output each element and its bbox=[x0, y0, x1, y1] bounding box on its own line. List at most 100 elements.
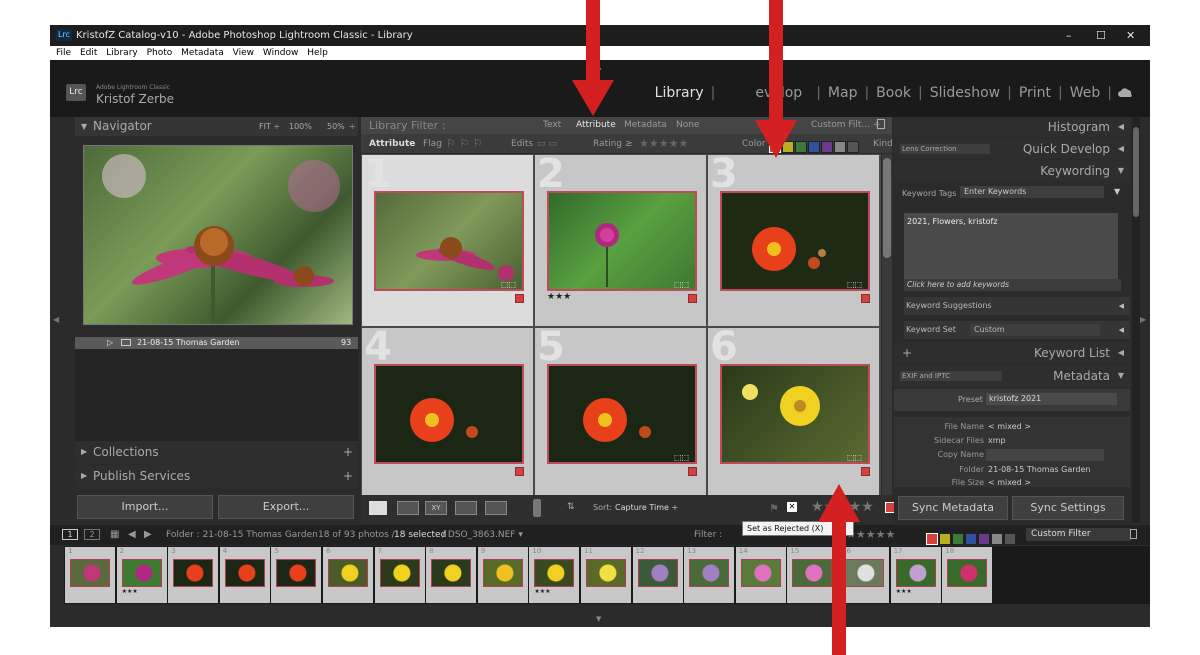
field-value[interactable]: xmp bbox=[988, 436, 1006, 445]
grid-cell[interactable]: 6 ⬚⬚ bbox=[708, 324, 879, 499]
scrollbar-thumb[interactable] bbox=[883, 158, 891, 258]
lock-icon[interactable] bbox=[877, 119, 885, 129]
custom-filter-select[interactable]: Custom Filter bbox=[1026, 528, 1131, 541]
filmstrip-cell[interactable]: 3 bbox=[168, 547, 219, 603]
menu-photo[interactable]: Photo bbox=[147, 48, 173, 58]
menu-metadata[interactable]: Metadata bbox=[181, 48, 224, 58]
preset-select[interactable]: kristofz 2021 bbox=[986, 393, 1117, 405]
filmstrip-thumbnail[interactable] bbox=[70, 559, 110, 587]
keyword-tags-menu-icon[interactable]: ▼ bbox=[1114, 187, 1120, 196]
grid-cell[interactable]: 2 ⬚⬚ ★★★ bbox=[535, 151, 706, 326]
sort-direction-icon[interactable]: ⇅ bbox=[567, 502, 575, 512]
add-keywords-field[interactable]: Click here to add keywords bbox=[904, 279, 1121, 291]
right-panel-toggle-icon[interactable]: ▶ bbox=[1140, 315, 1146, 324]
menu-view[interactable]: View bbox=[233, 48, 254, 58]
color-swatch-purple[interactable] bbox=[821, 140, 833, 153]
flag-filter-icons[interactable]: ⚐ ⚐ ⚐ bbox=[446, 135, 483, 153]
filter-tab-none[interactable]: None bbox=[676, 117, 699, 134]
filmstrip-cell[interactable]: 4 bbox=[219, 547, 270, 603]
filter-tab-attribute[interactable]: Attribute bbox=[576, 117, 616, 134]
menu-window[interactable]: Window bbox=[263, 48, 299, 58]
back-arrow-icon[interactable]: ◀ bbox=[128, 525, 136, 545]
grid-cell[interactable]: 5 ⬚⬚ bbox=[535, 324, 706, 499]
module-book[interactable]: Book bbox=[869, 85, 918, 101]
flag-reject-icon[interactable]: ✕ bbox=[787, 502, 797, 512]
color-swatch-none[interactable] bbox=[847, 140, 859, 153]
filmstrip-thumbnail[interactable] bbox=[482, 559, 523, 587]
grid-cell[interactable]: 1 ⬚⬚ bbox=[362, 151, 533, 326]
filmstrip-cell[interactable]: 18 bbox=[942, 547, 993, 603]
filmstrip-thumbnail[interactable] bbox=[586, 559, 626, 587]
grid-cell[interactable]: 3 ⬚⬚ bbox=[708, 151, 879, 326]
navigator-header[interactable]: ▼ Navigator FIT ÷ 100% 50% ÷ bbox=[75, 117, 358, 136]
photo-thumbnail[interactable] bbox=[374, 364, 524, 464]
module-library[interactable]: Library bbox=[648, 85, 711, 101]
menu-library[interactable]: Library bbox=[106, 48, 137, 58]
add-keyword-icon[interactable]: + bbox=[902, 343, 912, 363]
export-button[interactable]: Export... bbox=[218, 495, 354, 519]
flag-pick-icon[interactable]: ⚑ bbox=[769, 502, 779, 515]
zoom-fit[interactable]: FIT ÷ bbox=[259, 117, 280, 136]
filmstrip-thumbnail[interactable] bbox=[173, 559, 214, 587]
photo-thumbnail[interactable] bbox=[720, 191, 870, 291]
filter-lock-icon[interactable] bbox=[1130, 529, 1137, 539]
field-value[interactable]: < mixed > bbox=[988, 478, 1031, 487]
zoom-100[interactable]: 100% bbox=[289, 117, 312, 136]
filmstrip-cell[interactable]: 5 bbox=[271, 547, 322, 603]
filter-preset-select[interactable]: Custom Filt... ÷ bbox=[811, 117, 880, 134]
minimize-button[interactable]: – bbox=[1066, 25, 1072, 46]
maximize-button[interactable]: ☐ bbox=[1096, 25, 1106, 46]
filmstrip-thumbnail[interactable] bbox=[379, 559, 420, 587]
close-button[interactable]: ✕ bbox=[1126, 25, 1135, 46]
filmstrip-cell[interactable]: 8 bbox=[426, 547, 477, 603]
menu-file[interactable]: File bbox=[56, 48, 71, 58]
filmstrip-cell[interactable]: 6 bbox=[323, 547, 373, 603]
color-swatch-green[interactable] bbox=[952, 532, 964, 545]
star-rating[interactable]: ★★★ bbox=[547, 292, 571, 302]
grid-cell[interactable]: 4 bbox=[362, 324, 533, 499]
filmstrip-thumbnail[interactable] bbox=[224, 559, 265, 587]
bottom-panel-toggle-icon[interactable]: ▼ bbox=[596, 615, 601, 623]
current-file[interactable]: / DSO_3863.NEF ▾ bbox=[442, 525, 523, 545]
keywording-header[interactable]: Keywording ▼ bbox=[894, 161, 1130, 181]
main-window-button[interactable]: 1 bbox=[62, 529, 78, 540]
keyword-suggestions-header[interactable]: Keyword Suggestions ◀ bbox=[904, 297, 1130, 315]
rating-filter-stars[interactable]: ★★★★★ bbox=[639, 135, 688, 153]
histogram-header[interactable]: Histogram ◀ bbox=[894, 117, 1130, 137]
people-view-icon[interactable] bbox=[485, 501, 507, 515]
filmstrip-thumbnail[interactable] bbox=[328, 559, 368, 587]
filmstrip-cell[interactable]: 1 bbox=[65, 547, 115, 603]
filmstrip-cell[interactable]: 10 ★★★ bbox=[529, 547, 580, 603]
scrollbar-thumb[interactable] bbox=[1133, 127, 1139, 217]
filmstrip-cell[interactable]: 11 bbox=[581, 547, 631, 603]
metadata-view-select[interactable]: EXIF and IPTC bbox=[900, 371, 1002, 381]
field-value[interactable]: 21-08-15 Thomas Garden bbox=[988, 465, 1090, 474]
filmstrip-thumbnail[interactable] bbox=[947, 559, 988, 587]
right-panel-scrollbar[interactable] bbox=[1132, 117, 1140, 523]
sync-settings-button[interactable]: Sync Settings bbox=[1012, 496, 1124, 520]
photo-thumbnail[interactable] bbox=[720, 364, 870, 464]
grid-icon[interactable]: ▦ bbox=[110, 525, 119, 545]
add-collection-icon[interactable]: + bbox=[343, 441, 353, 463]
field-value[interactable]: < mixed > bbox=[988, 422, 1031, 431]
lens-correction-select[interactable]: Lens Correction bbox=[900, 144, 990, 154]
quick-develop-header[interactable]: Lens Correction Quick Develop ◀ bbox=[894, 139, 1130, 159]
filmstrip-thumbnail[interactable] bbox=[276, 559, 317, 587]
filmstrip-cell[interactable]: 12 bbox=[632, 547, 683, 603]
photo-thumbnail[interactable] bbox=[547, 191, 697, 291]
color-swatch-none[interactable] bbox=[1004, 532, 1016, 545]
filmstrip-cell[interactable]: 7 bbox=[374, 547, 425, 603]
filmstrip-thumbnail[interactable] bbox=[895, 559, 936, 587]
sync-metadata-button[interactable]: Sync Metadata bbox=[898, 496, 1008, 520]
spray-can-icon[interactable] bbox=[533, 499, 541, 517]
copy-name-input[interactable] bbox=[986, 449, 1104, 461]
filmstrip-thumbnail[interactable] bbox=[431, 559, 472, 587]
filmstrip-thumbnail[interactable] bbox=[121, 559, 162, 587]
filmstrip-thumbnail[interactable] bbox=[637, 559, 678, 587]
import-button[interactable]: Import... bbox=[77, 495, 213, 519]
folder-row[interactable]: ▷ 21-08-15 Thomas Garden 93 bbox=[75, 337, 358, 349]
navigator-preview[interactable] bbox=[83, 145, 353, 325]
menu-edit[interactable]: Edit bbox=[80, 48, 97, 58]
filter-tab-metadata[interactable]: Metadata bbox=[624, 117, 667, 134]
filter-tab-text[interactable]: Text bbox=[543, 117, 561, 134]
